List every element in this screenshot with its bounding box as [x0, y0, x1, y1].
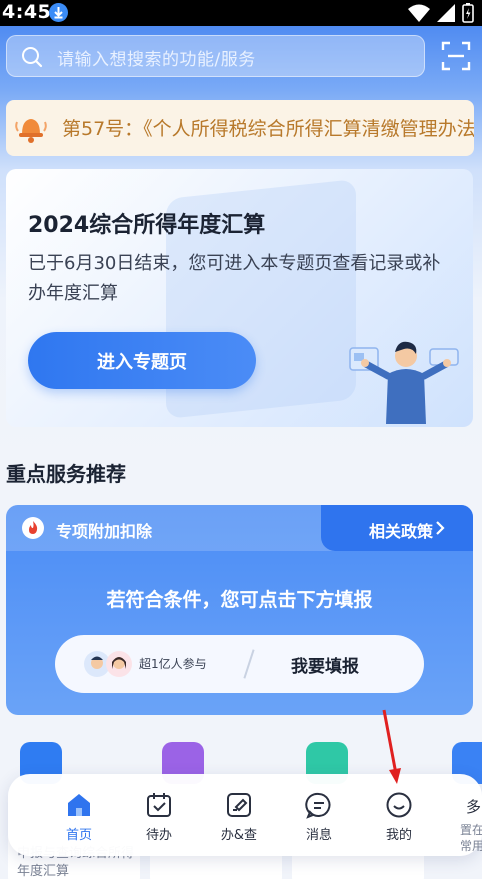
card-subtitle: 若符合条件，您可点击下方填报	[106, 589, 373, 611]
document-edit-icon	[227, 793, 251, 817]
card-label: 专项附加扣除	[56, 522, 153, 541]
nav-home[interactable]: 首页	[44, 774, 114, 856]
nav-label-handle-query: 办&查	[220, 828, 258, 843]
avatars-icon	[84, 651, 132, 677]
fill-report-button[interactable]: 我要填报	[291, 652, 359, 677]
nav-more-sub: 置在 常用功	[460, 822, 482, 854]
message-icon	[305, 792, 331, 819]
nav-label-messages: 消息	[305, 828, 332, 843]
nav-more-sub-text: 置在 常用功	[460, 823, 482, 853]
divider	[243, 649, 255, 679]
fill-bar[interactable]: 超1亿人参与 我要填报	[55, 635, 424, 693]
notice-text: 第57号：《个人所得税综合所得汇算清缴管理办法》	[62, 118, 474, 140]
nav-label-todo: 待办	[145, 828, 172, 843]
special-deduction-card[interactable]: 专项附加扣除 相关政策 若符合条件，您可点击下方填报 超1亿人参与 我要填报	[6, 505, 473, 715]
bell-icon	[15, 119, 47, 143]
notice-bar[interactable]: 第57号：《个人所得税综合所得汇算清缴管理办法》	[6, 100, 474, 156]
red-arrow-annotation	[382, 709, 401, 784]
battery-icon	[462, 3, 474, 23]
home-icon	[68, 794, 90, 816]
policy-link[interactable]: 相关政策	[369, 518, 433, 542]
nav-label-home: 首页	[65, 828, 92, 843]
chevron-right-icon	[436, 521, 445, 535]
search-input[interactable]: 请输入想搜索的功能/服务	[6, 35, 425, 77]
download-icon	[49, 3, 68, 22]
fire-icon	[22, 517, 44, 539]
nav-todo[interactable]: 待办	[124, 774, 194, 856]
search-icon	[22, 47, 43, 68]
calendar-check-icon	[147, 793, 171, 817]
status-bar: 4:45	[0, 0, 482, 26]
annual-settlement-banner[interactable]: 2024综合所得年度汇算 已于6月30日结束，您可进入本专题页查看记录或补办年度…	[6, 169, 473, 427]
nav-label-mine: 我的	[385, 828, 412, 843]
section-title: 重点服务推荐	[6, 462, 126, 486]
bottom-nav: 首页 待办 办&查 消息 我的 多	[8, 774, 482, 856]
nav-handle-query[interactable]: 办&查	[204, 774, 274, 856]
wifi-icon	[408, 4, 430, 22]
status-time: 4:45	[2, 1, 52, 23]
scan-icon[interactable]	[440, 40, 472, 72]
banner-title: 2024综合所得年度汇算	[28, 213, 266, 238]
search-placeholder: 请输入想搜索的功能/服务	[57, 50, 256, 70]
nav-more-label[interactable]: 多	[466, 796, 481, 817]
signal-icon	[437, 4, 455, 22]
nav-messages[interactable]: 消息	[284, 774, 354, 856]
smile-icon	[386, 792, 412, 818]
participants-count: 超1亿人参与	[139, 657, 207, 671]
enter-topic-button[interactable]: 进入专题页	[28, 332, 256, 389]
banner-description: 已于6月30日结束，您可进入本专题页查看记录或补办年度汇算	[28, 253, 441, 304]
person-illustration	[349, 341, 459, 424]
